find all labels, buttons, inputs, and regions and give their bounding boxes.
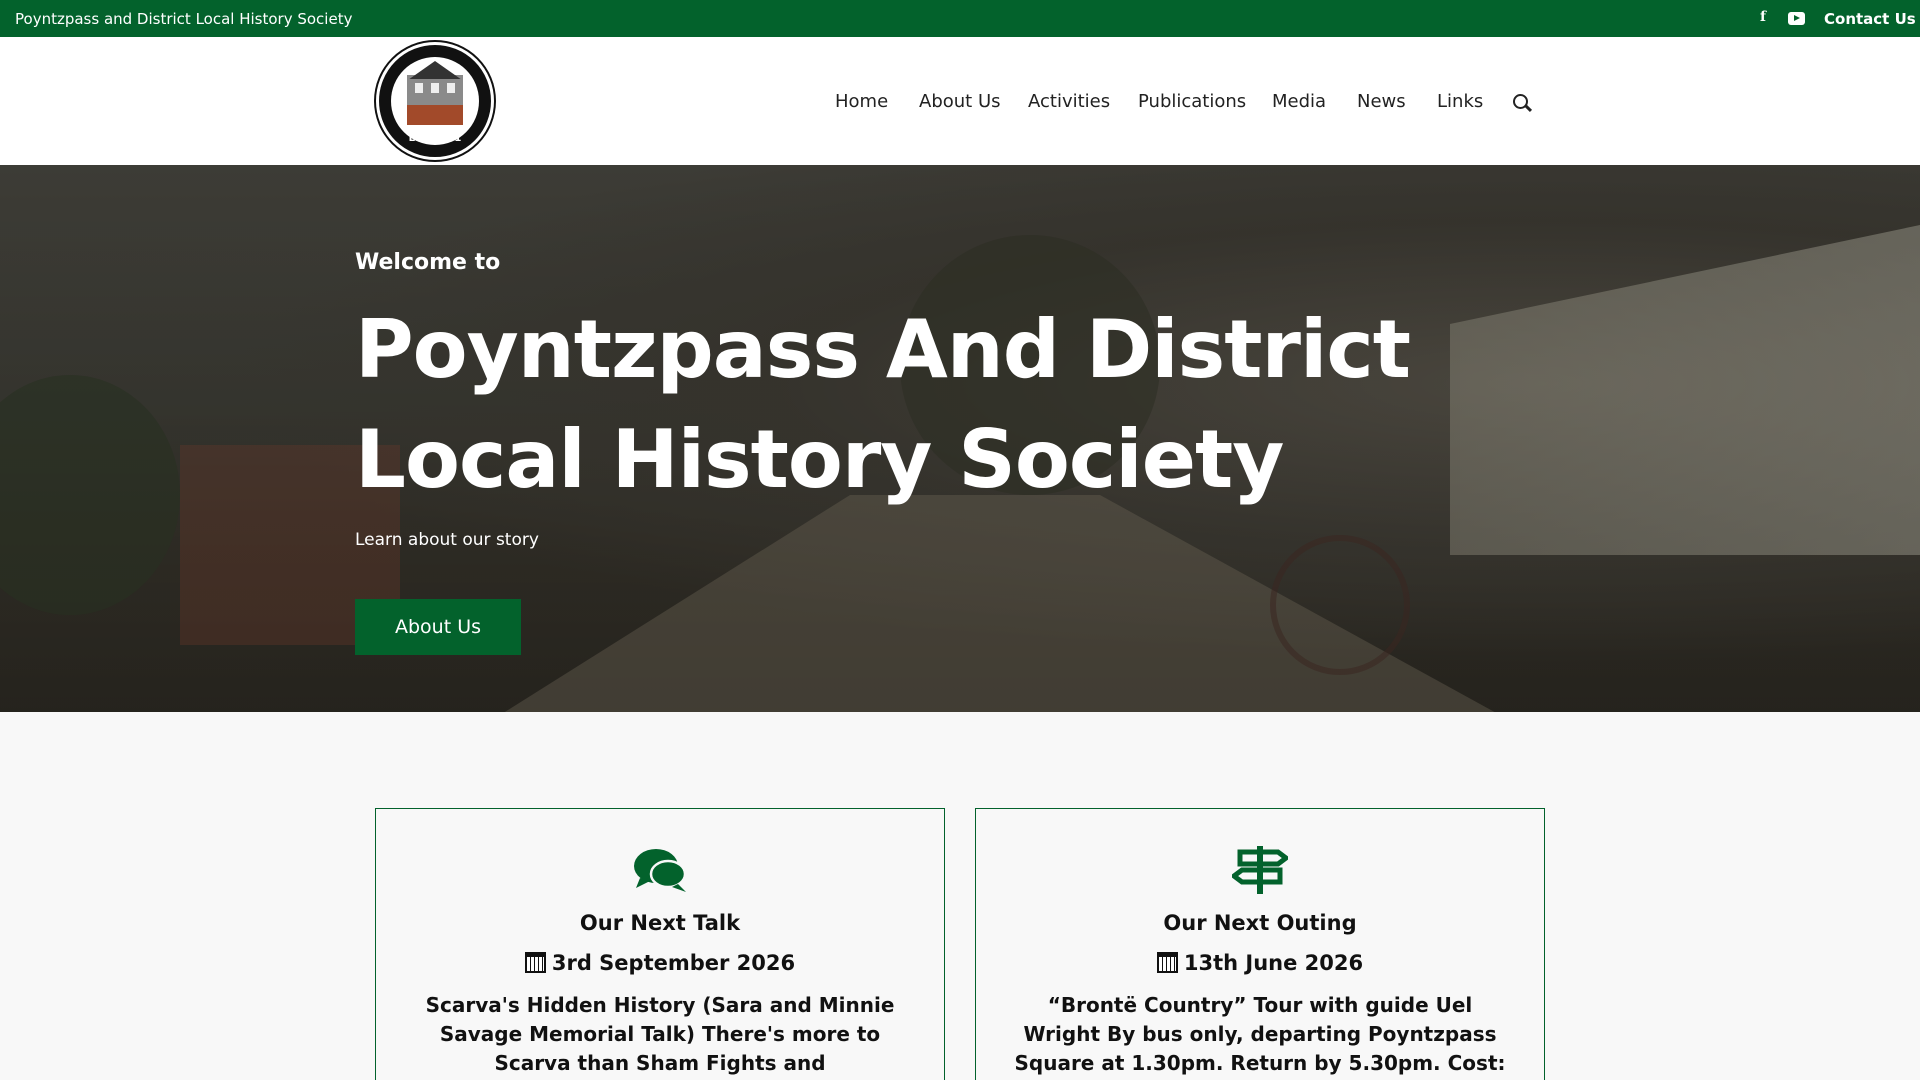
- hero-welcome: Welcome to: [355, 250, 501, 275]
- site-name: Poyntzpass and District Local History So…: [15, 10, 353, 28]
- hero-subtitle: Learn about our story: [355, 530, 539, 550]
- facebook-icon[interactable]: f: [1760, 9, 1766, 25]
- card-date-text: 3rd September 2026: [551, 951, 796, 975]
- about-us-button[interactable]: About Us: [355, 599, 521, 655]
- hero-photo-tree: [0, 375, 180, 615]
- calendar-icon: [524, 952, 546, 973]
- card-date: 13th June 2026: [976, 951, 1544, 975]
- site-header: Est. 1971 Home About Us Activities Publi…: [0, 37, 1920, 165]
- youtube-icon[interactable]: [1788, 12, 1805, 25]
- card-heading: Our Next Outing: [1163, 911, 1357, 935]
- hero-banner: Welcome to Poyntzpass And District Local…: [0, 165, 1920, 712]
- card-body: Scarva's Hidden History (Sara and Minnie…: [425, 993, 895, 1075]
- logo-house-image: [407, 61, 463, 125]
- card-date-text: 13th June 2026: [1183, 951, 1364, 975]
- nav-news[interactable]: News: [1357, 91, 1406, 112]
- calendar-icon: [1156, 952, 1178, 973]
- next-outing-card: Our Next Outing 13th June 2026 “Brontë C…: [975, 808, 1545, 1080]
- society-logo[interactable]: Est. 1971: [376, 42, 494, 160]
- nav-activities[interactable]: Activities: [1028, 91, 1110, 112]
- nav-about-us[interactable]: About Us: [919, 91, 1001, 112]
- hero-photo-cart-wheel: [1270, 535, 1410, 675]
- top-bar: Poyntzpass and District Local History So…: [0, 0, 1920, 37]
- contact-us-link[interactable]: Contact Us: [1824, 10, 1916, 28]
- nav-home[interactable]: Home: [835, 91, 888, 112]
- nav-publications[interactable]: Publications: [1138, 91, 1246, 112]
- search-icon[interactable]: [1513, 94, 1528, 109]
- nav-media[interactable]: Media: [1272, 91, 1326, 112]
- nav-links[interactable]: Links: [1437, 91, 1483, 112]
- card-heading: Our Next Talk: [579, 911, 741, 935]
- next-talk-card: Our Next Talk 3rd September 2026 Scarva'…: [375, 808, 945, 1080]
- comments-icon: [634, 849, 687, 892]
- hero-title: Poyntzpass And District Local History So…: [355, 303, 1411, 506]
- card-body: “Brontë Country” Tour with guide Uel Wri…: [1014, 993, 1506, 1075]
- logo-est-text: Est. 1971: [408, 133, 462, 144]
- signpost-icon: [1232, 846, 1288, 894]
- card-date: 3rd September 2026: [376, 951, 944, 975]
